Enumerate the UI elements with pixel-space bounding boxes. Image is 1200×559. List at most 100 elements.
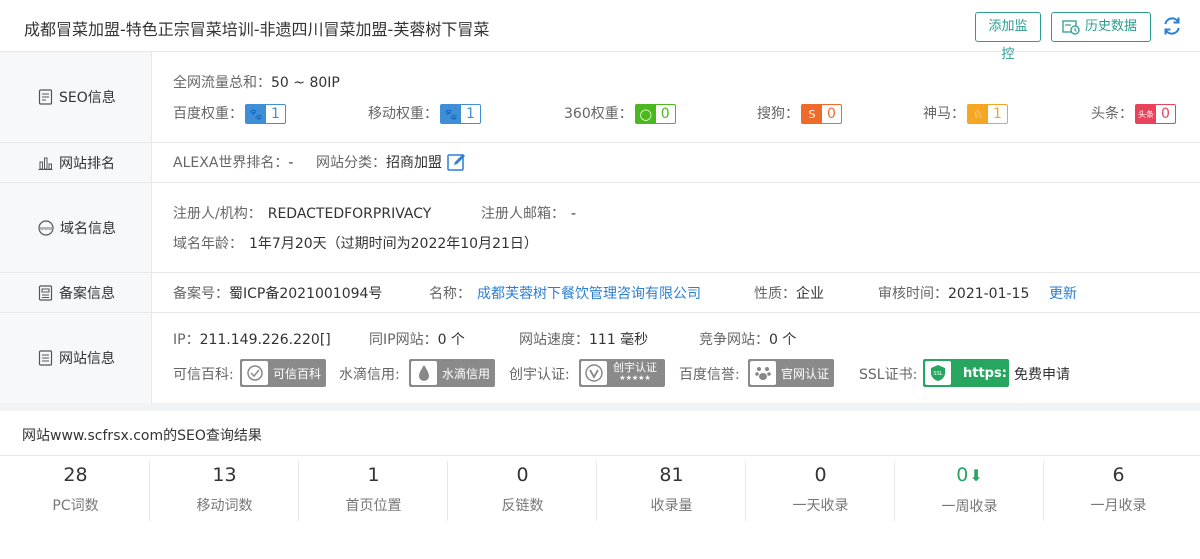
icp-name: 名称： 成都芙蓉树下餐饮管理咨询有限公司 xyxy=(429,283,701,303)
shuidi-credit-badge[interactable]: 水滴信用 xyxy=(409,359,495,387)
mobile-weight-value: 1 xyxy=(466,106,475,122)
site-info-text: 网站信息 xyxy=(59,351,115,367)
baidu-weight[interactable]: 百度权重： 🐾 1 xyxy=(173,103,286,124)
shenma-icon: ♘ xyxy=(968,105,988,123)
ssl-https-badge[interactable]: SSL https: xyxy=(923,359,1009,387)
stat-monthly-indexed[interactable]: 6 一月收录 xyxy=(1044,461,1193,521)
stat-label: 收录量 xyxy=(650,498,693,514)
toutiao-weight[interactable]: 头条： 头条 0 xyxy=(1091,103,1176,124)
sogou-weight-badge[interactable]: S0 xyxy=(801,104,842,124)
weight-360-badge[interactable]: ◯ 0 xyxy=(634,104,676,124)
site-ip-label: IP： xyxy=(173,332,200,348)
stat-label: 移动词数 xyxy=(196,498,253,514)
stat-label: 一月收录 xyxy=(1090,498,1147,514)
same-ip-value: 0 个 xyxy=(437,332,465,348)
chuangyu-stars: ★★★★★ xyxy=(619,374,651,382)
stat-mobile-words[interactable]: 13 移动词数 xyxy=(150,461,299,521)
verified-v-icon xyxy=(581,361,607,385)
paw-icon: 🐾 xyxy=(246,105,266,123)
baidu-official-badge[interactable]: 官网认证 xyxy=(748,359,834,387)
www-icon: www xyxy=(38,219,54,236)
shenma-weight-value: 1 xyxy=(993,106,1002,122)
paw-icon xyxy=(750,361,776,385)
water-drop-icon xyxy=(411,361,437,385)
icp-number: 备案号：蜀ICP备2021001094号 xyxy=(173,283,382,303)
site-title: 成都冒菜加盟-特色正宗冒菜培训-非遗四川冒菜加盟-芙蓉树下冒菜 xyxy=(24,20,490,39)
add-monitor-button[interactable]: 添加监控 xyxy=(975,12,1041,62)
site-speed-label: 网站速度： xyxy=(519,332,589,348)
domain-age: 域名年龄： 1年7月20天（过期时间为2022年10月21日） xyxy=(173,233,538,253)
baidu-weight-badge[interactable]: 🐾 1 xyxy=(245,104,286,124)
stat-value: 13 xyxy=(212,464,237,486)
refresh-icon[interactable] xyxy=(1161,15,1183,37)
baidu-weight-value: 1 xyxy=(271,106,280,122)
site-speed: 网站速度：111 毫秒 xyxy=(519,329,648,349)
sogou-icon: S xyxy=(802,105,822,123)
mobile-weight[interactable]: 移动权重： 🐾 1 xyxy=(368,103,481,124)
site-info-panel: 成都冒菜加盟-特色正宗冒菜培训-非遗四川冒菜加盟-芙蓉树下冒菜 添加监控 历史数… xyxy=(0,0,1200,403)
svg-text:SSL: SSL xyxy=(933,371,942,377)
history-label: 历史数据 xyxy=(1085,19,1138,34)
registrant-email-label: 注册人邮箱： xyxy=(481,206,565,222)
icp-company-link[interactable]: 成都芙蓉树下餐饮管理咨询有限公司 xyxy=(477,286,701,302)
kexin-baike-badge[interactable]: 可信百科 xyxy=(240,359,326,387)
domain-info-content: 注册人/机构： REDACTEDFORPRIVACY 注册人邮箱： - 域名年龄： 1… xyxy=(173,183,1200,272)
stat-label: 一周收录 xyxy=(941,499,998,515)
history-data-button[interactable]: 历史数据 xyxy=(1051,12,1151,42)
traffic-total: 全网流量总和：50 ~ 80IP xyxy=(173,72,340,92)
stat-label: 反链数 xyxy=(501,498,544,514)
edit-icon[interactable] xyxy=(447,153,467,172)
sogou-weight[interactable]: 搜狗： S 0 xyxy=(757,103,842,124)
stat-daily-indexed[interactable]: 0 一天收录 xyxy=(746,461,895,521)
baidu-badge-text: 官网认证 xyxy=(781,366,830,381)
stat-label: 首页位置 xyxy=(345,498,402,514)
registrant: 注册人/机构： REDACTEDFORPRIVACY xyxy=(173,203,431,223)
stat-pc-words[interactable]: 28 PC词数 xyxy=(1,461,150,521)
seo-results-title: 网站www.scfrsx.com的SEO查询结果 xyxy=(22,428,262,444)
shuidi-label: 水滴信用: xyxy=(339,367,400,383)
sogou-weight-value: 0 xyxy=(827,106,836,122)
domain-info-label: www 域名信息 xyxy=(0,183,152,272)
site-category: 网站分类： 招商加盟 xyxy=(316,152,467,172)
icp-number-value: 蜀ICP备2021001094号 xyxy=(229,286,383,302)
stat-backlinks[interactable]: 0 反链数 xyxy=(448,461,597,521)
toutiao-weight-label: 头条： xyxy=(1091,106,1133,122)
same-ip-label: 同IP网站： xyxy=(369,332,438,348)
traffic-label: 全网流量总和： xyxy=(173,75,271,91)
domain-info-text: 域名信息 xyxy=(60,220,116,237)
shenma-weight-badge[interactable]: ♘ 1 xyxy=(967,104,1008,124)
site-ip: IP：211.149.226.220[] xyxy=(173,329,331,349)
bar-chart-icon xyxy=(38,157,53,170)
site-rank-text: 网站排名 xyxy=(59,155,115,172)
weight-360-value: 0 xyxy=(660,106,670,122)
chuangyu-cert-badge[interactable]: 创宇认证 ★★★★★ xyxy=(579,359,665,387)
shenma-weight[interactable]: 神马： ♘ 1 xyxy=(923,103,1008,124)
list-icon xyxy=(38,350,53,366)
toutiao-weight-badge[interactable]: 头条 0 xyxy=(1135,104,1176,124)
stat-value: 28 xyxy=(63,464,88,486)
site-info-content: IP：211.149.226.220[] 同IP网站：0 个 网站速度：111 … xyxy=(173,313,1200,403)
document-icon xyxy=(38,89,53,105)
competitor-label: 竞争网站： xyxy=(699,332,769,348)
site-rank-content: ALEXA世界排名：- 网站分类： 招商加盟 xyxy=(173,143,1200,182)
ssl-free-apply-link[interactable]: 免费申请 xyxy=(1014,364,1070,384)
icp-info-label: 备案信息 xyxy=(0,273,152,312)
stat-homepage-position[interactable]: 1 首页位置 xyxy=(299,461,448,521)
icp-nature: 性质：企业 xyxy=(754,283,824,303)
stat-weekly-indexed[interactable]: 0⬇ 一周收录 xyxy=(895,461,1044,521)
icp-info-text: 备案信息 xyxy=(59,285,115,302)
site-ip-value: 211.149.226.220[] xyxy=(199,332,331,348)
chuangyu-label: 创宇认证: xyxy=(509,367,570,383)
icp-nature-value: 企业 xyxy=(796,286,824,302)
stat-value: 0 xyxy=(956,464,969,486)
weight-360[interactable]: 360权重： ◯ 0 xyxy=(564,103,676,124)
competitor-sites: 竞争网站：0 个 xyxy=(699,329,796,349)
registrant-label: 注册人/机构： xyxy=(173,206,262,222)
mobile-weight-badge[interactable]: 🐾 1 xyxy=(440,104,481,124)
domain-age-label: 域名年龄： xyxy=(173,236,243,252)
icp-update-link[interactable]: 更新 xyxy=(1049,283,1077,303)
site-info-row: 网站信息 IP：211.149.226.220[] 同IP网站：0 个 网站速度… xyxy=(0,313,1200,403)
stat-indexed[interactable]: 81 收录量 xyxy=(597,461,746,521)
weight-360-label: 360权重： xyxy=(564,106,633,122)
toutiao-weight-value: 0 xyxy=(1161,106,1170,122)
